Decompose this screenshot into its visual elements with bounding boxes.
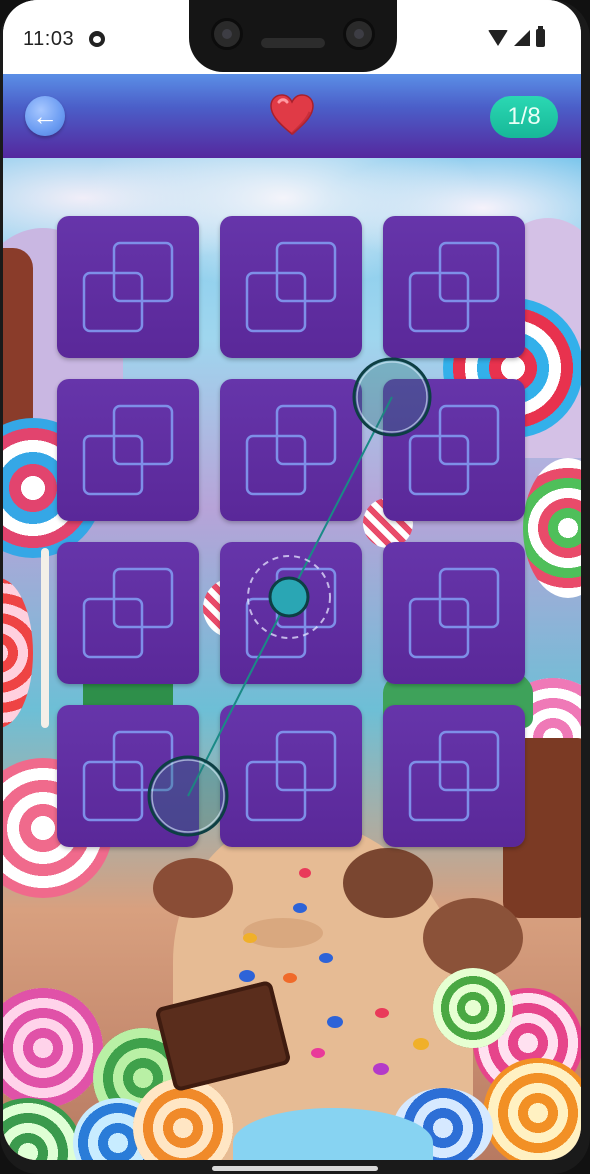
- back-button[interactable]: ←: [25, 96, 65, 136]
- heart-icon: [270, 94, 314, 136]
- battery-icon: [536, 26, 545, 47]
- overlapping-squares-icon: [245, 241, 337, 333]
- overlapping-squares-icon: [82, 730, 174, 822]
- card[interactable]: [57, 216, 199, 358]
- card[interactable]: [220, 542, 362, 684]
- card[interactable]: [383, 216, 525, 358]
- level-progress-text: 1/8: [507, 103, 541, 130]
- sprinkle: [299, 868, 311, 878]
- card[interactable]: [220, 216, 362, 358]
- level-progress-badge: 1/8: [490, 96, 558, 138]
- lollipop: [3, 578, 33, 728]
- round-candy: [3, 1098, 83, 1160]
- chocolate-rock: [423, 898, 523, 978]
- sprinkle: [413, 1038, 429, 1050]
- overlapping-squares-icon: [245, 730, 337, 822]
- candy-path-shadow: [243, 918, 323, 948]
- card[interactable]: [383, 379, 525, 521]
- overlapping-squares-icon: [82, 404, 174, 496]
- sprinkle: [373, 1063, 389, 1075]
- overlapping-squares-icon: [408, 404, 500, 496]
- screen: 11:03 ← 1/8: [3, 0, 581, 1160]
- sprinkle: [283, 973, 297, 983]
- overlapping-squares-icon: [82, 241, 174, 333]
- camera-notch: [189, 0, 397, 72]
- sprinkle: [319, 953, 333, 963]
- sprinkle: [311, 1048, 325, 1058]
- card[interactable]: [57, 379, 199, 521]
- round-candy: [433, 968, 513, 1048]
- sensor-icon: [343, 18, 375, 50]
- overlapping-squares-icon: [408, 241, 500, 333]
- speaker-grille: [261, 38, 325, 48]
- overlapping-squares-icon: [245, 404, 337, 496]
- round-candy: [3, 988, 103, 1108]
- signal-icon: [514, 30, 530, 46]
- sprinkle: [327, 1016, 343, 1028]
- home-gesture-bar[interactable]: [212, 1166, 378, 1171]
- overlapping-squares-icon: [82, 567, 174, 659]
- app-notification-icon: [89, 31, 105, 47]
- game-header: ← 1/8: [3, 74, 581, 160]
- sprinkle: [243, 933, 257, 943]
- card[interactable]: [57, 705, 199, 847]
- status-indicators: [488, 26, 545, 47]
- overlapping-squares-icon: [408, 730, 500, 822]
- phone-frame: 11:03 ← 1/8: [0, 0, 590, 1174]
- camera-icon: [211, 18, 243, 50]
- overlapping-squares-icon: [245, 567, 337, 659]
- wifi-icon: [488, 30, 508, 46]
- lollipop: [523, 458, 581, 598]
- back-arrow-icon: ←: [32, 100, 58, 131]
- sprinkle: [293, 903, 307, 913]
- lollipop-stick: [41, 548, 49, 728]
- chocolate-rock: [153, 858, 233, 918]
- card[interactable]: [383, 542, 525, 684]
- card[interactable]: [57, 542, 199, 684]
- chocolate-rock: [343, 848, 433, 918]
- status-time: 11:03: [23, 28, 75, 50]
- sprinkle: [375, 1008, 389, 1018]
- overlapping-squares-icon: [408, 567, 500, 659]
- card[interactable]: [220, 705, 362, 847]
- card[interactable]: [220, 379, 362, 521]
- card[interactable]: [383, 705, 525, 847]
- sprinkle: [239, 970, 255, 982]
